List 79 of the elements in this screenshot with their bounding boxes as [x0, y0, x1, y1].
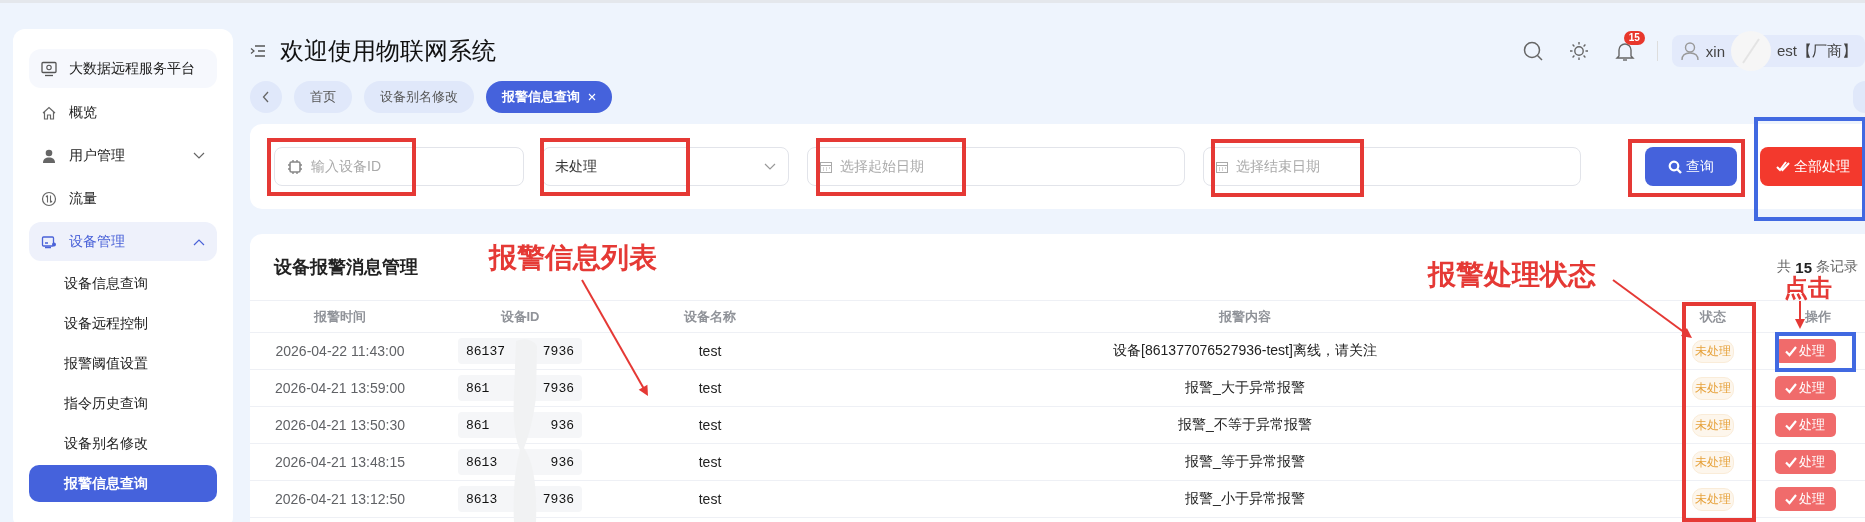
- person-icon: [41, 147, 57, 164]
- calendar-icon: [1216, 160, 1228, 173]
- brand-item[interactable]: 大数据远程服务平台: [29, 49, 217, 88]
- content-cell: 报警_小于异常报警: [1185, 490, 1305, 509]
- check-icon: [1785, 382, 1797, 395]
- name-cell: test: [698, 454, 722, 471]
- annotation-label: 点击: [1784, 276, 1832, 300]
- time-cell: 2026-04-21 13:48:15: [275, 454, 405, 471]
- column-header: 报警时间: [314, 307, 366, 326]
- calendar-icon: [820, 160, 832, 173]
- chip-icon: [287, 158, 303, 175]
- content-cell: 报警_等于异常报警: [1185, 453, 1305, 472]
- tab[interactable]: 首页: [294, 81, 352, 114]
- time-cell: 2026-04-22 11:43:00: [275, 343, 405, 360]
- content-cell: 报警_不等于异常报警: [1178, 416, 1312, 435]
- status-tag: 未处理: [1691, 413, 1734, 437]
- submenu-item[interactable]: 报警信息查询: [29, 465, 217, 502]
- sidebar-item[interactable]: 设备管理: [29, 222, 217, 261]
- home-icon: [41, 104, 57, 121]
- status-tag: 未处理: [1691, 450, 1734, 474]
- column-header: 状态: [1699, 307, 1726, 326]
- arrow: [1794, 301, 1806, 329]
- name-cell: test: [698, 380, 722, 397]
- tab[interactable]: 报警信息查询: [486, 81, 612, 114]
- user-name-end: est【厂商】: [1777, 41, 1857, 61]
- monitor-icon: [41, 60, 57, 77]
- chevron-left-icon: [262, 91, 270, 104]
- sidebar-item[interactable]: 概览: [29, 93, 217, 132]
- tab[interactable]: 设备别名修改: [364, 81, 474, 114]
- column-header: 操作: [1805, 307, 1831, 326]
- annotation-label: 报警处理状态: [1428, 261, 1596, 289]
- sun-icon[interactable]: [1568, 41, 1589, 62]
- time-cell: 2026-04-21 13:59:00: [275, 380, 405, 397]
- total-count: 15: [1795, 258, 1812, 276]
- column-header: 报警内容: [1219, 307, 1271, 326]
- column-header: 设备ID: [500, 307, 540, 326]
- sidebar-item[interactable]: 用户管理: [29, 136, 217, 175]
- total-label: 条记录: [1816, 258, 1858, 275]
- submenu-item[interactable]: 指令历史查询: [29, 385, 217, 422]
- status-tag: 未处理: [1691, 487, 1734, 511]
- annotation-label: 报警信息列表: [489, 244, 657, 272]
- time-cell: 2026-04-21 13:50:30: [275, 417, 405, 434]
- content-cell: 设备[861377076527936-test]离线，请关注: [1113, 342, 1377, 361]
- close-icon[interactable]: [588, 93, 596, 102]
- flow-icon: [41, 190, 57, 207]
- notification-badge: 15: [1623, 31, 1645, 46]
- user-name-start: xin: [1705, 42, 1725, 60]
- status-tag: 未处理: [1691, 376, 1734, 400]
- submenu-item[interactable]: 设备远程控制: [29, 305, 217, 342]
- time-cell: 2026-04-21 13:12:50: [275, 491, 405, 508]
- submenu-item[interactable]: 设备信息查询: [29, 265, 217, 302]
- search-icon[interactable]: [1522, 41, 1543, 62]
- double-check-icon: [1775, 159, 1790, 174]
- check-icon: [1785, 493, 1797, 506]
- content-cell: 报警_大于异常报警: [1185, 379, 1305, 398]
- process-all-button[interactable]: 全部处理: [1760, 147, 1865, 187]
- page-title: 欢迎使用物联网系统: [280, 36, 497, 67]
- table-title: 设备报警消息管理: [274, 256, 418, 280]
- check-icon: [1785, 419, 1797, 432]
- name-cell: test: [698, 491, 722, 508]
- name-cell: test: [698, 343, 722, 360]
- check-icon: [1785, 456, 1797, 469]
- name-cell: test: [698, 417, 722, 434]
- brand-label: 大数据远程服务平台: [69, 59, 195, 78]
- total-label: 共: [1777, 258, 1792, 275]
- bell-icon[interactable]: [1614, 40, 1635, 63]
- menu-icon[interactable]: [250, 44, 266, 59]
- search-button[interactable]: 查询: [1645, 147, 1737, 187]
- redaction-smudge: [1731, 31, 1771, 72]
- submenu-item[interactable]: 报警阈值设置: [29, 345, 217, 382]
- column-header: 设备名称: [684, 307, 736, 326]
- status-tag: 未处理: [1691, 339, 1734, 363]
- check-icon: [1785, 345, 1797, 358]
- search-icon: [1668, 159, 1682, 174]
- device-icon: [41, 233, 57, 250]
- sidebar-item[interactable]: 流量: [29, 179, 217, 218]
- person-icon: [1679, 41, 1700, 62]
- submenu-item[interactable]: 设备别名修改: [29, 425, 217, 462]
- chevron-down-icon: [764, 162, 776, 171]
